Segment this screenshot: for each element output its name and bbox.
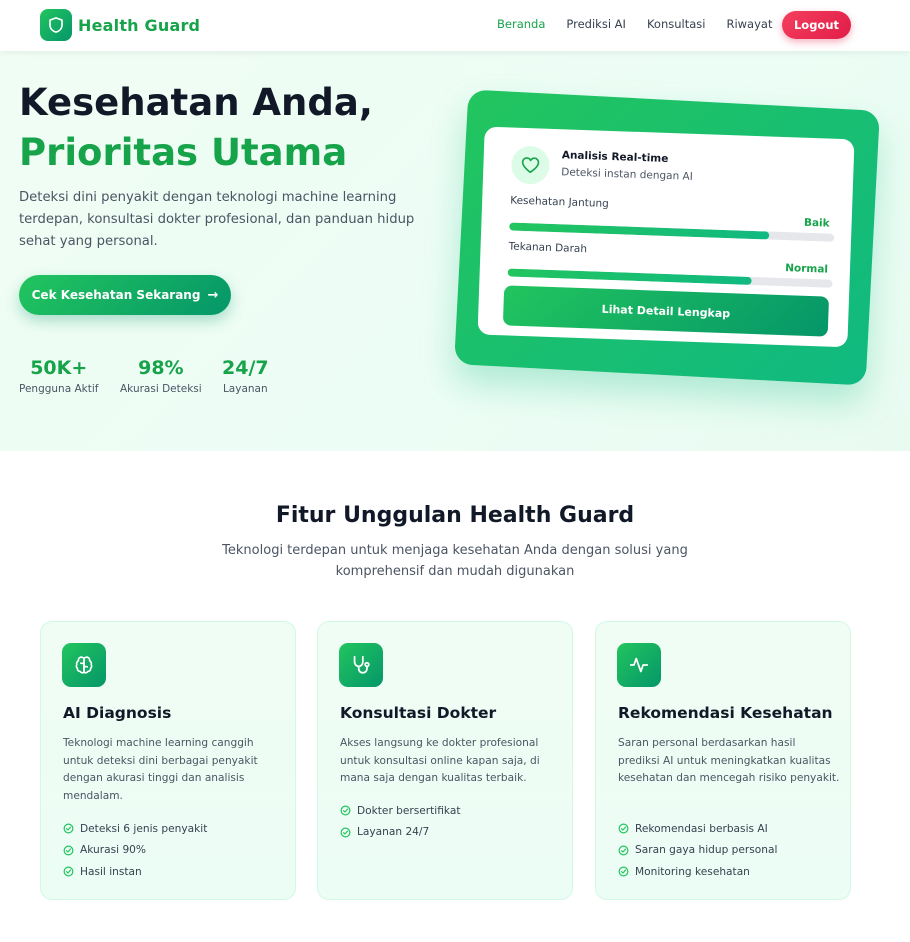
features-title: Fitur Unggulan Health Guard	[275, 503, 635, 528]
arrow-right-icon: →	[207, 287, 219, 303]
list-item: Hasil instan	[63, 861, 285, 883]
activity-icon	[617, 643, 661, 687]
stat-accuracy: 98% Akurasi Deteksi	[120, 356, 202, 395]
list-item-text: Rekomendasi berbasis AI	[635, 822, 768, 835]
check-health-button[interactable]: Cek Kesehatan Sekarang →	[19, 275, 231, 315]
brand-logo[interactable]: Health Guard	[40, 9, 200, 41]
nav-links: Beranda Prediksi AI Konsultasi Riwayat	[497, 17, 793, 31]
stat-value: 24/7	[222, 357, 269, 379]
feature-title: Rekomendasi Kesehatan	[618, 704, 833, 722]
stat-service: 24/7 Layanan	[222, 356, 269, 395]
analysis-title: Analisis Real-time	[561, 149, 669, 165]
stat-label: Layanan	[222, 383, 268, 395]
feature-title: Konsultasi Dokter	[340, 704, 497, 722]
stat-value: 50K+	[30, 357, 88, 379]
hero-description: Deteksi dini penyakit dengan teknologi m…	[19, 190, 415, 249]
list-item-text: Monitoring kesehatan	[635, 865, 750, 878]
feature-card-health-recommendation: Rekomendasi Kesehatan Saran personal ber…	[595, 621, 851, 900]
feature-card-ai-diagnosis: AI Diagnosis Teknologi machine learning …	[40, 621, 296, 900]
check-circle-icon	[618, 823, 629, 834]
list-item-text: Akurasi 90%	[80, 844, 146, 857]
list-item-text: Saran gaya hidup personal	[635, 844, 778, 857]
check-circle-icon	[340, 827, 351, 838]
check-circle-icon	[63, 866, 74, 877]
check-circle-icon	[63, 823, 74, 834]
heart-health-progress	[509, 222, 835, 242]
check-circle-icon	[340, 805, 351, 816]
stat-label: Akurasi Deteksi	[120, 383, 202, 395]
cta-label: Cek Kesehatan Sekarang	[31, 288, 201, 302]
list-item-text: Layanan 24/7	[357, 826, 430, 839]
heart-health-label: Kesehatan Jantung	[509, 194, 610, 210]
check-circle-icon	[618, 866, 629, 877]
blood-pressure-progress	[507, 268, 833, 288]
stat-users: 50K+ Pengguna Aktif	[19, 356, 98, 395]
analysis-card-frame: Analisis Real-time Deteksi instan dengan…	[454, 89, 880, 386]
shield-icon	[40, 9, 72, 41]
brain-icon	[62, 643, 106, 687]
blood-pressure-progress-fill	[507, 268, 752, 285]
heart-icon	[510, 145, 551, 185]
check-circle-icon	[618, 845, 629, 856]
feature-description: Akses langsung ke dokter profesional unt…	[340, 737, 540, 784]
list-item-text: Hasil instan	[80, 865, 142, 878]
analysis-subtitle: Deteksi instan dengan AI	[561, 166, 694, 183]
list-item: Rekomendasi berbasis AI	[618, 818, 840, 840]
nav-link-prediksi-ai[interactable]: Prediksi AI	[566, 17, 626, 31]
nav-link-riwayat[interactable]: Riwayat	[726, 17, 772, 31]
feature-list: Dokter bersertifikat Layanan 24/7	[340, 800, 562, 843]
stat-label: Pengguna Aktif	[19, 383, 99, 395]
feature-title: AI Diagnosis	[63, 704, 172, 722]
logout-button[interactable]: Logout	[782, 11, 851, 39]
feature-description: Teknologi machine learning canggih untuk…	[63, 737, 258, 802]
blood-pressure-label: Tekanan Darah	[508, 240, 588, 256]
list-item-text: Dokter bersertifikat	[357, 804, 461, 817]
feature-card-doctor-consultation: Konsultasi Dokter Akses langsung ke dokt…	[317, 621, 573, 900]
list-item: Dokter bersertifikat	[340, 800, 562, 822]
list-item: Monitoring kesehatan	[618, 861, 840, 883]
list-item: Saran gaya hidup personal	[618, 840, 840, 862]
heart-health-progress-fill	[509, 222, 770, 240]
heart-health-status: Baik	[803, 216, 830, 230]
feature-description: Saran personal berdasarkan hasil prediks…	[618, 737, 840, 784]
nav-link-beranda[interactable]: Beranda	[497, 17, 545, 31]
hero-title-line2: Prioritas Utama	[19, 131, 348, 174]
stat-value: 98%	[138, 357, 184, 379]
features-subtitle: Teknologi terdepan untuk menjaga kesehat…	[222, 543, 688, 579]
feature-list: Rekomendasi berbasis AI Saran gaya hidup…	[618, 818, 840, 883]
blood-pressure-status: Normal	[784, 262, 829, 276]
list-item-text: Deteksi 6 jenis penyakit	[80, 822, 208, 835]
navbar: Health Guard Beranda Prediksi AI Konsult…	[0, 0, 910, 51]
stethoscope-icon	[339, 643, 383, 687]
analysis-card: Analisis Real-time Deteksi instan dengan…	[477, 126, 855, 348]
brand-name: Health Guard	[78, 15, 201, 35]
list-item: Akurasi 90%	[63, 840, 285, 862]
list-item: Deteksi 6 jenis penyakit	[63, 818, 285, 840]
hero-title-line1: Kesehatan Anda,	[19, 81, 373, 124]
feature-list: Deteksi 6 jenis penyakit Akurasi 90% Has…	[63, 818, 285, 883]
nav-link-konsultasi[interactable]: Konsultasi	[647, 17, 706, 31]
check-circle-icon	[63, 845, 74, 856]
list-item: Layanan 24/7	[340, 822, 562, 844]
view-details-button[interactable]: Lihat Detail Lengkap	[502, 285, 830, 337]
